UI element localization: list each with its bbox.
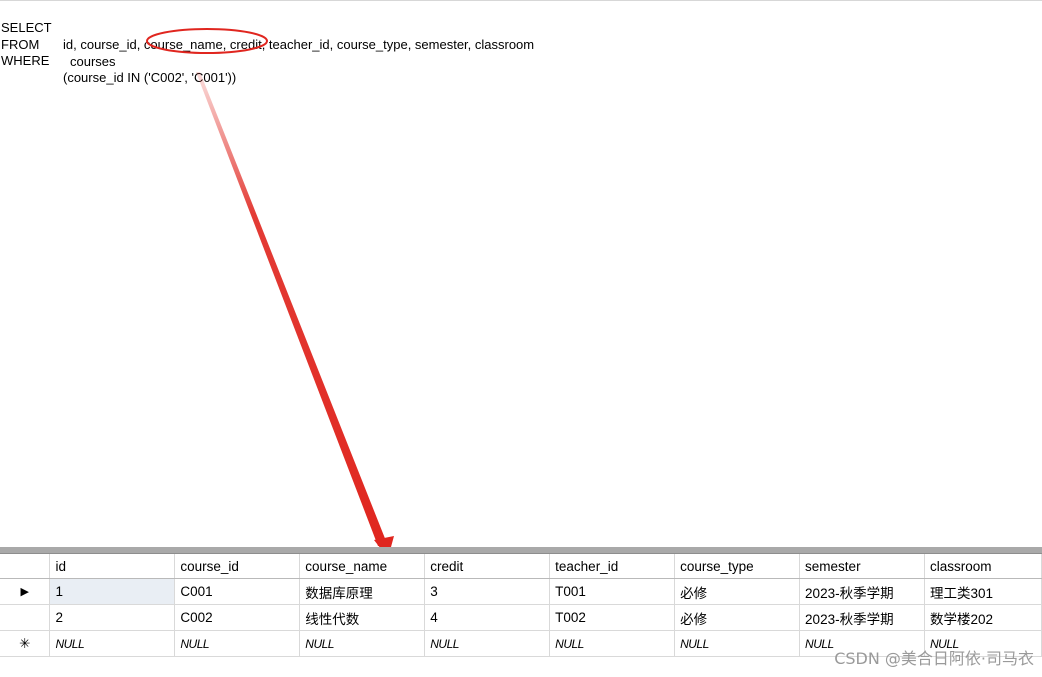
table-row[interactable]: 2 C002 线性代数 4 T002 必修 2023-秋季学期 数学楼202 (0, 604, 1042, 631)
table-cell[interactable]: 2 (49, 604, 176, 631)
null-cell[interactable]: NULL (174, 630, 301, 657)
from-table: courses (70, 54, 116, 69)
null-cell[interactable]: NULL (424, 630, 551, 657)
where-condition: (course_id IN ('C002', 'C001')) (63, 70, 237, 85)
row-indicator[interactable] (0, 604, 51, 631)
table-cell[interactable]: C001 (174, 578, 301, 605)
table-cell[interactable]: 2023-秋季学期 (799, 604, 926, 631)
null-cell[interactable]: NULL (549, 630, 676, 657)
column-header-course-id[interactable]: course_id (174, 554, 301, 579)
current-row-indicator-icon[interactable]: ▶ (0, 578, 51, 605)
table-cell[interactable]: C002 (174, 604, 301, 631)
null-cell[interactable]: NULL (674, 630, 801, 657)
column-header-teacher-id[interactable]: teacher_id (549, 554, 676, 579)
table-row[interactable]: ▶ 1 C001 数据库原理 3 T001 必修 2023-秋季学期 理工类30… (0, 578, 1042, 605)
where-keyword: WHERE (1, 53, 50, 68)
table-cell[interactable]: 4 (424, 604, 551, 631)
sql-from-line: FROM courses (0, 19, 116, 69)
null-cell[interactable]: NULL (299, 630, 426, 657)
row-indicator-header (0, 554, 51, 579)
null-cell[interactable]: NULL (49, 630, 176, 657)
table-cell[interactable]: 线性代数 (299, 604, 426, 631)
table-cell[interactable]: 1 (49, 578, 176, 605)
table-cell[interactable]: 3 (424, 578, 551, 605)
table-cell[interactable]: 数学楼202 (924, 604, 1042, 631)
results-table: id course_id course_name credit teacher_… (0, 554, 1042, 657)
header-row: id course_id course_name credit teacher_… (0, 554, 1042, 579)
column-header-classroom[interactable]: classroom (924, 554, 1042, 579)
table-cell[interactable]: 数据库原理 (299, 578, 426, 605)
table-cell[interactable]: 必修 (674, 578, 801, 605)
column-header-course-name[interactable]: course_name (299, 554, 426, 579)
editor-top-border (0, 0, 1042, 1)
table-cell[interactable]: T001 (549, 578, 676, 605)
table-cell[interactable]: T002 (549, 604, 676, 631)
sql-select-line: SELECT id, course_id, course_name, credi… (0, 2, 534, 52)
watermark: CSDN @美合日阿依·司马衣 (834, 649, 1034, 668)
new-row-asterisk-icon[interactable]: ✳ (0, 630, 51, 657)
sql-editor[interactable]: SELECT id, course_id, course_name, credi… (0, 2, 1042, 542)
column-header-semester[interactable]: semester (799, 554, 926, 579)
select-columns: id, course_id, course_name, credit, teac… (63, 37, 535, 52)
table-cell[interactable]: 2023-秋季学期 (799, 578, 926, 605)
sql-where-line: WHERE (course_id IN ('C002', 'C001')) (0, 35, 236, 85)
column-header-id[interactable]: id (49, 554, 176, 579)
column-header-course-type[interactable]: course_type (674, 554, 801, 579)
table-cell[interactable]: 必修 (674, 604, 801, 631)
table-cell[interactable]: 理工类301 (924, 578, 1042, 605)
column-header-credit[interactable]: credit (424, 554, 551, 579)
